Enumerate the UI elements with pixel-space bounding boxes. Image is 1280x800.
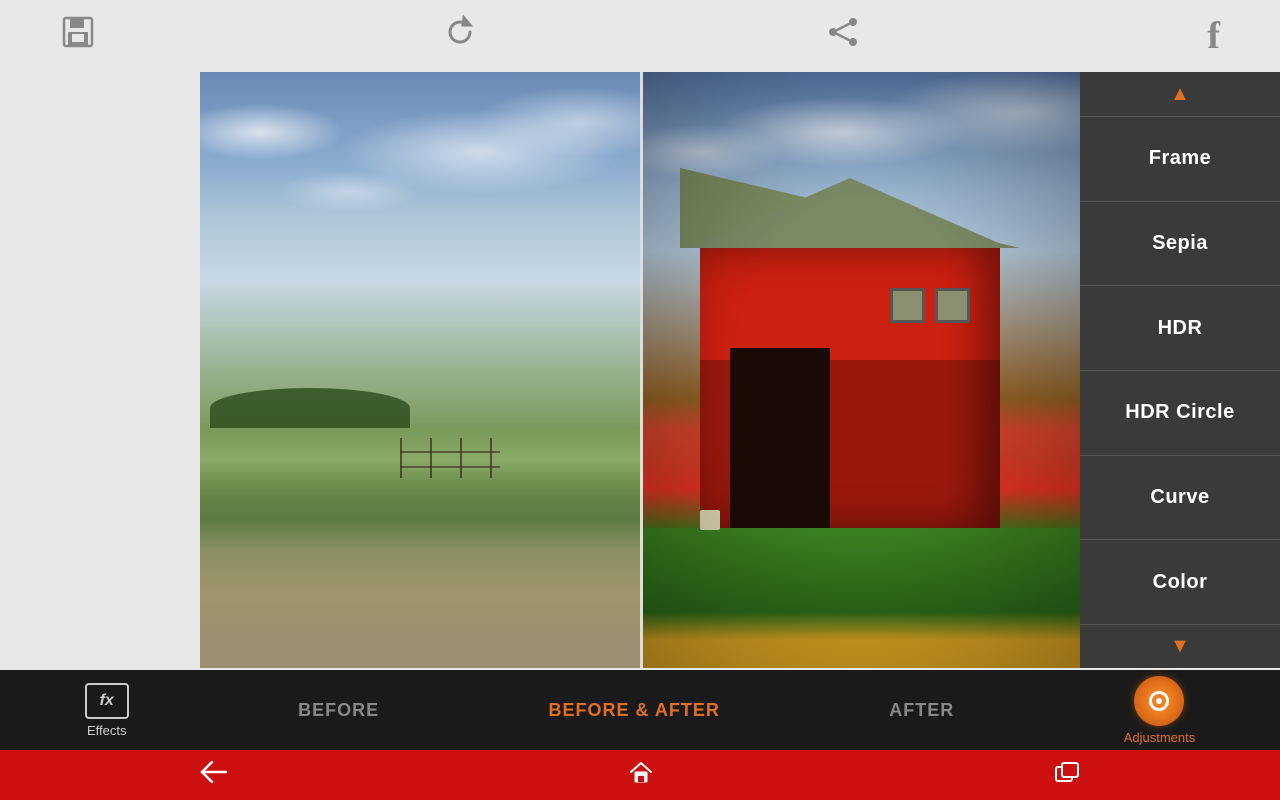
- main-content: Frame Sepia HDR HDR Circle Curve Color: [0, 72, 1280, 668]
- adjustments-circle: [1134, 676, 1184, 726]
- fence-post: [430, 438, 432, 478]
- image-divider: [640, 72, 643, 668]
- panel-item-hdr-circle[interactable]: HDR Circle: [1080, 370, 1280, 455]
- effects-label: Effects: [87, 723, 127, 738]
- system-nav: [0, 750, 1280, 800]
- panel-scroll-up[interactable]: [1080, 72, 1280, 116]
- before-after-button[interactable]: BEFORE & AFTER: [549, 700, 720, 721]
- fence-rail: [400, 466, 500, 468]
- image-area: [200, 72, 1080, 668]
- panel-item-hdr[interactable]: HDR: [1080, 285, 1280, 370]
- before-button[interactable]: BEFORE: [298, 700, 379, 721]
- adjustments-icon: [1149, 691, 1169, 711]
- before-image: [200, 72, 640, 668]
- home-nav-icon[interactable]: [628, 759, 654, 791]
- fence-rail: [400, 451, 500, 453]
- bottom-toolbar: fx Effects BEFORE BEFORE & AFTER AFTER A…: [0, 670, 1280, 750]
- adjustments-button[interactable]: Adjustments: [1124, 676, 1196, 745]
- share-icon[interactable]: [825, 14, 861, 58]
- panel-scroll-down[interactable]: [1080, 624, 1280, 668]
- panel-item-curve[interactable]: Curve: [1080, 455, 1280, 540]
- back-nav-icon[interactable]: [200, 761, 228, 789]
- fence-post: [400, 438, 402, 478]
- trees-decoration: [210, 388, 410, 428]
- after-image: [640, 72, 1080, 668]
- recents-nav-icon[interactable]: [1054, 761, 1080, 789]
- fence-post: [490, 438, 492, 478]
- panel-item-frame[interactable]: Frame: [1080, 116, 1280, 201]
- left-sidebar: [0, 72, 200, 668]
- fx-icon: fx: [85, 683, 129, 719]
- refresh-icon[interactable]: [442, 14, 478, 58]
- adjustments-label: Adjustments: [1124, 730, 1196, 745]
- after-button[interactable]: AFTER: [889, 700, 954, 721]
- barrel: [700, 510, 720, 530]
- right-panel: Frame Sepia HDR HDR Circle Curve Color: [1080, 72, 1280, 668]
- effects-button[interactable]: fx Effects: [85, 683, 129, 738]
- panel-item-color[interactable]: Color: [1080, 539, 1280, 624]
- top-toolbar: f: [0, 0, 1280, 72]
- save-icon[interactable]: [60, 14, 96, 58]
- facebook-icon[interactable]: f: [1207, 14, 1220, 58]
- panel-item-sepia[interactable]: Sepia: [1080, 201, 1280, 286]
- fence-post: [460, 438, 462, 478]
- barn-door: [730, 348, 830, 528]
